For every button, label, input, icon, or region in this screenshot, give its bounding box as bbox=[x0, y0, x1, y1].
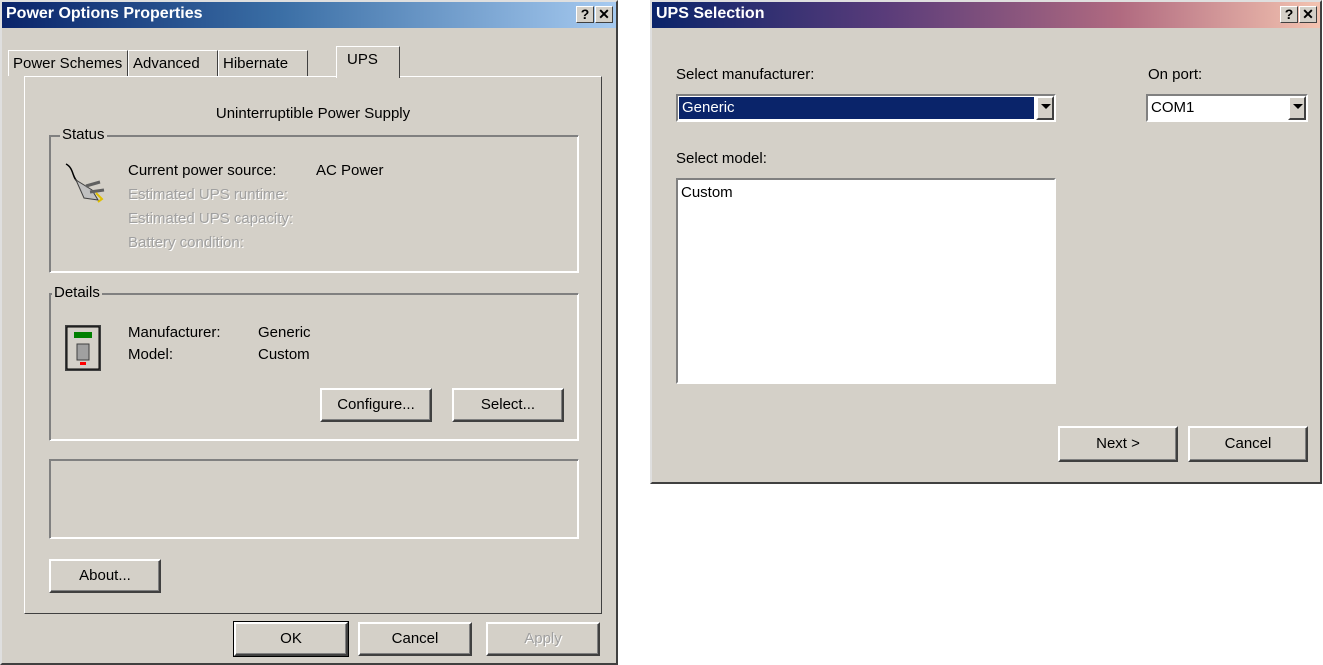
manufacturer-label: Select manufacturer: bbox=[676, 66, 815, 83]
next-button[interactable]: Next > bbox=[1058, 426, 1178, 462]
power-source-value: AC Power bbox=[316, 162, 384, 179]
cancel-button[interactable]: Cancel bbox=[1188, 426, 1308, 462]
details-group: Details Manufacturer: Generic Model: Cus… bbox=[49, 284, 579, 441]
ups-header: Uninterruptible Power Supply bbox=[215, 105, 411, 122]
details-legend: Details bbox=[52, 284, 102, 301]
manufacturer-value: Generic bbox=[258, 324, 311, 341]
tab-hibernate[interactable]: Hibernate bbox=[218, 50, 308, 76]
plug-icon bbox=[62, 160, 106, 204]
close-button[interactable]: ✕ bbox=[595, 6, 613, 23]
list-item[interactable]: Custom bbox=[681, 184, 733, 201]
ups-selection-window: UPS Selection ? ✕ Select manufacturer: G… bbox=[650, 0, 1322, 484]
runtime-label: Estimated UPS runtime: bbox=[128, 186, 289, 203]
select-button[interactable]: Select... bbox=[452, 388, 564, 422]
port-label: On port: bbox=[1148, 66, 1203, 83]
window-title: UPS Selection bbox=[656, 5, 765, 22]
help-button[interactable]: ? bbox=[1280, 6, 1298, 23]
configure-button[interactable]: Configure... bbox=[320, 388, 432, 422]
info-area bbox=[49, 459, 579, 539]
ups-device-icon bbox=[64, 324, 104, 374]
port-selected: COM1 bbox=[1151, 99, 1195, 116]
manufacturer-label: Manufacturer: bbox=[128, 324, 221, 341]
window-title: Power Options Properties bbox=[6, 5, 203, 22]
ok-button[interactable]: OK bbox=[233, 621, 349, 657]
about-button[interactable]: About... bbox=[49, 559, 161, 593]
cancel-button[interactable]: Cancel bbox=[358, 622, 472, 656]
title-bar[interactable]: UPS Selection ? ✕ bbox=[652, 2, 1320, 28]
help-button[interactable]: ? bbox=[576, 6, 594, 23]
chevron-down-icon[interactable] bbox=[1036, 96, 1054, 120]
tab-panel: Uninterruptible Power Supply Status Curr… bbox=[24, 76, 602, 614]
power-source-label: Current power source: bbox=[128, 162, 277, 179]
capacity-label: Estimated UPS capacity: bbox=[128, 210, 294, 227]
apply-button[interactable]: Apply bbox=[486, 622, 600, 656]
chevron-down-icon[interactable] bbox=[1288, 96, 1306, 120]
status-group: Status Current power source: AC Power Es… bbox=[49, 126, 579, 273]
status-legend: Status bbox=[60, 126, 107, 143]
model-list[interactable]: Custom bbox=[676, 178, 1056, 384]
tab-advanced[interactable]: Advanced bbox=[128, 50, 218, 76]
close-button[interactable]: ✕ bbox=[1299, 6, 1317, 23]
power-options-window: Power Options Properties ? ✕ Power Schem… bbox=[0, 0, 618, 665]
model-label: Select model: bbox=[676, 150, 767, 167]
manufacturer-dropdown[interactable]: Generic bbox=[676, 94, 1056, 122]
tab-power-schemes[interactable]: Power Schemes bbox=[8, 50, 128, 76]
port-dropdown[interactable]: COM1 bbox=[1146, 94, 1308, 122]
model-value: Custom bbox=[258, 346, 310, 363]
tab-ups[interactable]: UPS bbox=[336, 46, 400, 78]
battery-label: Battery condition: bbox=[128, 234, 244, 251]
manufacturer-selected: Generic bbox=[678, 96, 1035, 120]
model-label: Model: bbox=[128, 346, 174, 363]
title-bar[interactable]: Power Options Properties ? ✕ bbox=[2, 2, 616, 28]
